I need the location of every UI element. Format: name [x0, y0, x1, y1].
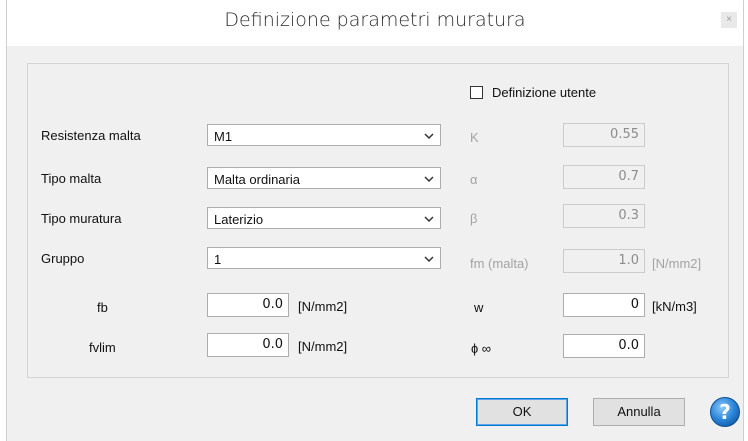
gruppo-select[interactable]: 1: [207, 247, 441, 269]
beta-field: 0.3: [563, 204, 645, 228]
tipo-muratura-value: Laterizio: [214, 212, 264, 227]
k-label: K: [470, 130, 479, 145]
fb-unit: [N/mm2]: [298, 299, 348, 314]
resistenza-malta-select[interactable]: M1: [207, 124, 441, 146]
chevron-down-icon: [424, 176, 434, 183]
chevron-down-icon: [424, 216, 434, 223]
ok-button[interactable]: OK: [476, 398, 568, 426]
phi-infinity-input[interactable]: 0.0: [563, 334, 645, 358]
cancel-button[interactable]: Annulla: [593, 398, 685, 426]
w-input[interactable]: 0: [563, 293, 645, 317]
tipo-malta-value: Malta ordinaria: [214, 172, 300, 187]
tipo-malta-select[interactable]: Malta ordinaria: [207, 167, 441, 189]
phi-infinity-label: ɸ ∞: [471, 341, 492, 356]
title-bar: Definizione parametri muratura ×: [7, 0, 743, 46]
tipo-muratura-select[interactable]: Laterizio: [207, 207, 441, 229]
close-button[interactable]: ×: [721, 12, 737, 28]
fb-label: fb: [97, 300, 108, 315]
tipo-malta-label: Tipo malta: [41, 171, 102, 186]
resistenza-malta-label: Resistenza malta: [41, 128, 141, 143]
dialog-window: Definizione parametri muratura × Definiz…: [6, 0, 744, 441]
resistenza-malta-value: M1: [214, 129, 233, 144]
fm-field: 1.0: [563, 249, 645, 273]
alpha-field: 0.7: [563, 165, 645, 189]
w-label: w: [474, 300, 484, 315]
fm-unit: [N/mm2]: [652, 256, 702, 271]
user-definition-label: Definizione utente: [492, 85, 597, 100]
help-icon[interactable]: ?: [709, 396, 741, 428]
tipo-muratura-label: Tipo muratura: [41, 211, 122, 226]
chevron-down-icon: [424, 256, 434, 263]
fb-input[interactable]: 0.0: [207, 293, 289, 317]
user-definition-checkbox[interactable]: [470, 86, 483, 99]
fvlim-label: fvlim: [89, 340, 116, 355]
w-unit: [kN/m3]: [652, 299, 697, 314]
alpha-label: α: [470, 172, 478, 187]
dialog-title: Definizione parametri muratura: [224, 9, 526, 31]
gruppo-value: 1: [214, 252, 222, 267]
chevron-down-icon: [424, 133, 434, 140]
k-field: 0.55: [563, 123, 645, 147]
fm-label: fm (malta): [470, 256, 529, 271]
beta-label: β: [470, 211, 478, 226]
help-glyph: ?: [719, 400, 731, 424]
fvlim-unit: [N/mm2]: [298, 339, 348, 354]
gruppo-label: Gruppo: [41, 251, 85, 266]
fvlim-input[interactable]: 0.0: [207, 333, 289, 357]
